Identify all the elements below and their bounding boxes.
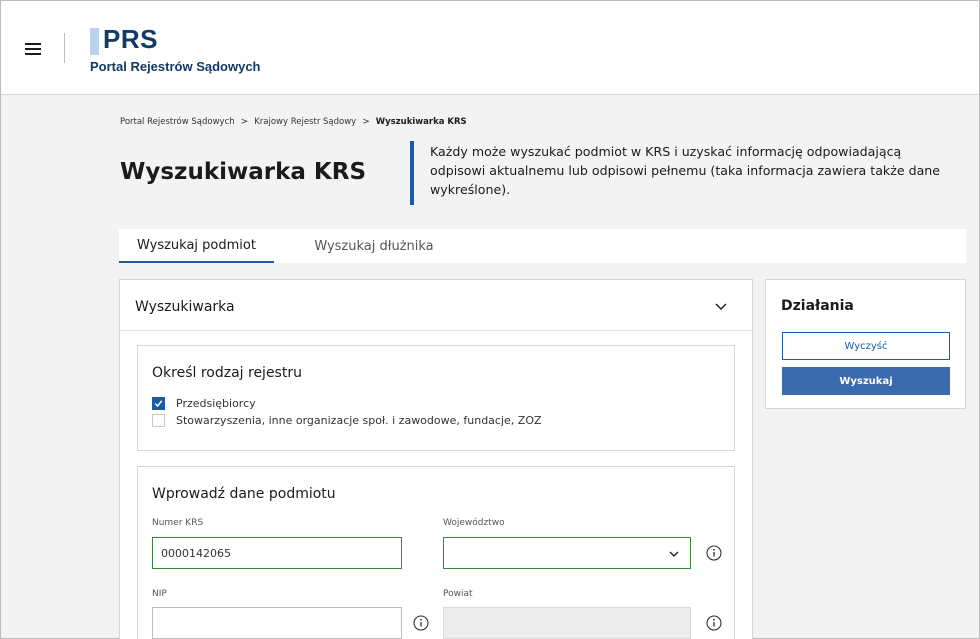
county-select: [443, 607, 691, 639]
nip-input[interactable]: [152, 607, 402, 639]
clear-button[interactable]: Wyczyść: [782, 332, 950, 360]
actions-card: Działania Wyczyść Wyszukaj: [765, 279, 966, 409]
voivodeship-select[interactable]: [443, 537, 691, 569]
registry-section-title: Określ rodzaj rejestru: [152, 365, 302, 381]
breadcrumb-link-krs[interactable]: Krajowy Rejestr Sądowy: [254, 117, 356, 127]
title-accent-bar: [410, 141, 414, 205]
page-description: Każdy może wyszukać podmiot w KRS i uzys…: [430, 144, 941, 197]
chevron-down-icon[interactable]: [714, 300, 728, 314]
breadcrumb-link-portal[interactable]: Portal Rejestrów Sądowych: [120, 117, 235, 127]
info-icon[interactable]: [706, 545, 722, 561]
registry-type-section: Określ rodzaj rejestru Przedsiębiorcy St…: [137, 345, 735, 451]
registry-option-label: Stowarzyszenia, inne organizacje społ. i…: [176, 414, 542, 427]
county-label: Powiat: [443, 589, 473, 599]
search-tabs: Wyszukaj podmiot Wyszukaj dłużnika: [119, 229, 966, 263]
voivodeship-label: Województwo: [443, 518, 505, 528]
registry-option-entrepreneurs[interactable]: Przedsiębiorcy: [152, 397, 256, 410]
breadcrumb-separator: >: [240, 117, 249, 127]
logo-accent-bar: [90, 28, 99, 55]
entity-data-section: Wprowadź dane podmiotu Numer KRS 0000142…: [137, 466, 735, 639]
header-divider: [64, 33, 65, 63]
search-card-title: Wyszukiwarka: [135, 299, 235, 315]
krs-number-label: Numer KRS: [152, 518, 204, 528]
info-icon[interactable]: [413, 615, 429, 631]
nip-label: NIP: [152, 589, 167, 599]
card-divider: [120, 330, 752, 331]
checkbox-checked[interactable]: [152, 397, 165, 410]
breadcrumb-separator: >: [362, 117, 370, 127]
search-button[interactable]: Wyszukaj: [782, 367, 950, 395]
tab-search-entity[interactable]: Wyszukaj podmiot: [119, 229, 274, 263]
info-icon[interactable]: [706, 615, 722, 631]
breadcrumb: Portal Rejestrów Sądowych > Krajowy Reje…: [120, 117, 467, 127]
registry-option-label: Przedsiębiorcy: [176, 397, 256, 410]
logo-subtitle[interactable]: Portal Rejestrów Sądowych: [90, 59, 261, 75]
site-header: PRS Portal Rejestrów Sądowych: [1, 1, 979, 95]
logo-title[interactable]: PRS: [103, 24, 158, 54]
search-card: Wyszukiwarka Określ rodzaj rejestru Prze…: [119, 279, 753, 639]
registry-option-associations[interactable]: Stowarzyszenia, inne organizacje społ. i…: [152, 414, 542, 427]
krs-number-input[interactable]: 0000142065: [152, 537, 402, 569]
check-icon: [154, 400, 163, 408]
breadcrumb-current: Wyszukiwarka KRS: [375, 117, 467, 127]
menu-icon[interactable]: [25, 43, 41, 55]
checkbox-unchecked[interactable]: [152, 414, 165, 427]
tab-search-debtor[interactable]: Wyszukaj dłużnika: [274, 229, 474, 263]
actions-title: Działania: [781, 298, 854, 314]
page-title: Wyszukiwarka KRS: [120, 159, 367, 185]
chevron-down-icon: [669, 551, 679, 557]
entity-section-title: Wprowadź dane podmiotu: [152, 486, 336, 502]
